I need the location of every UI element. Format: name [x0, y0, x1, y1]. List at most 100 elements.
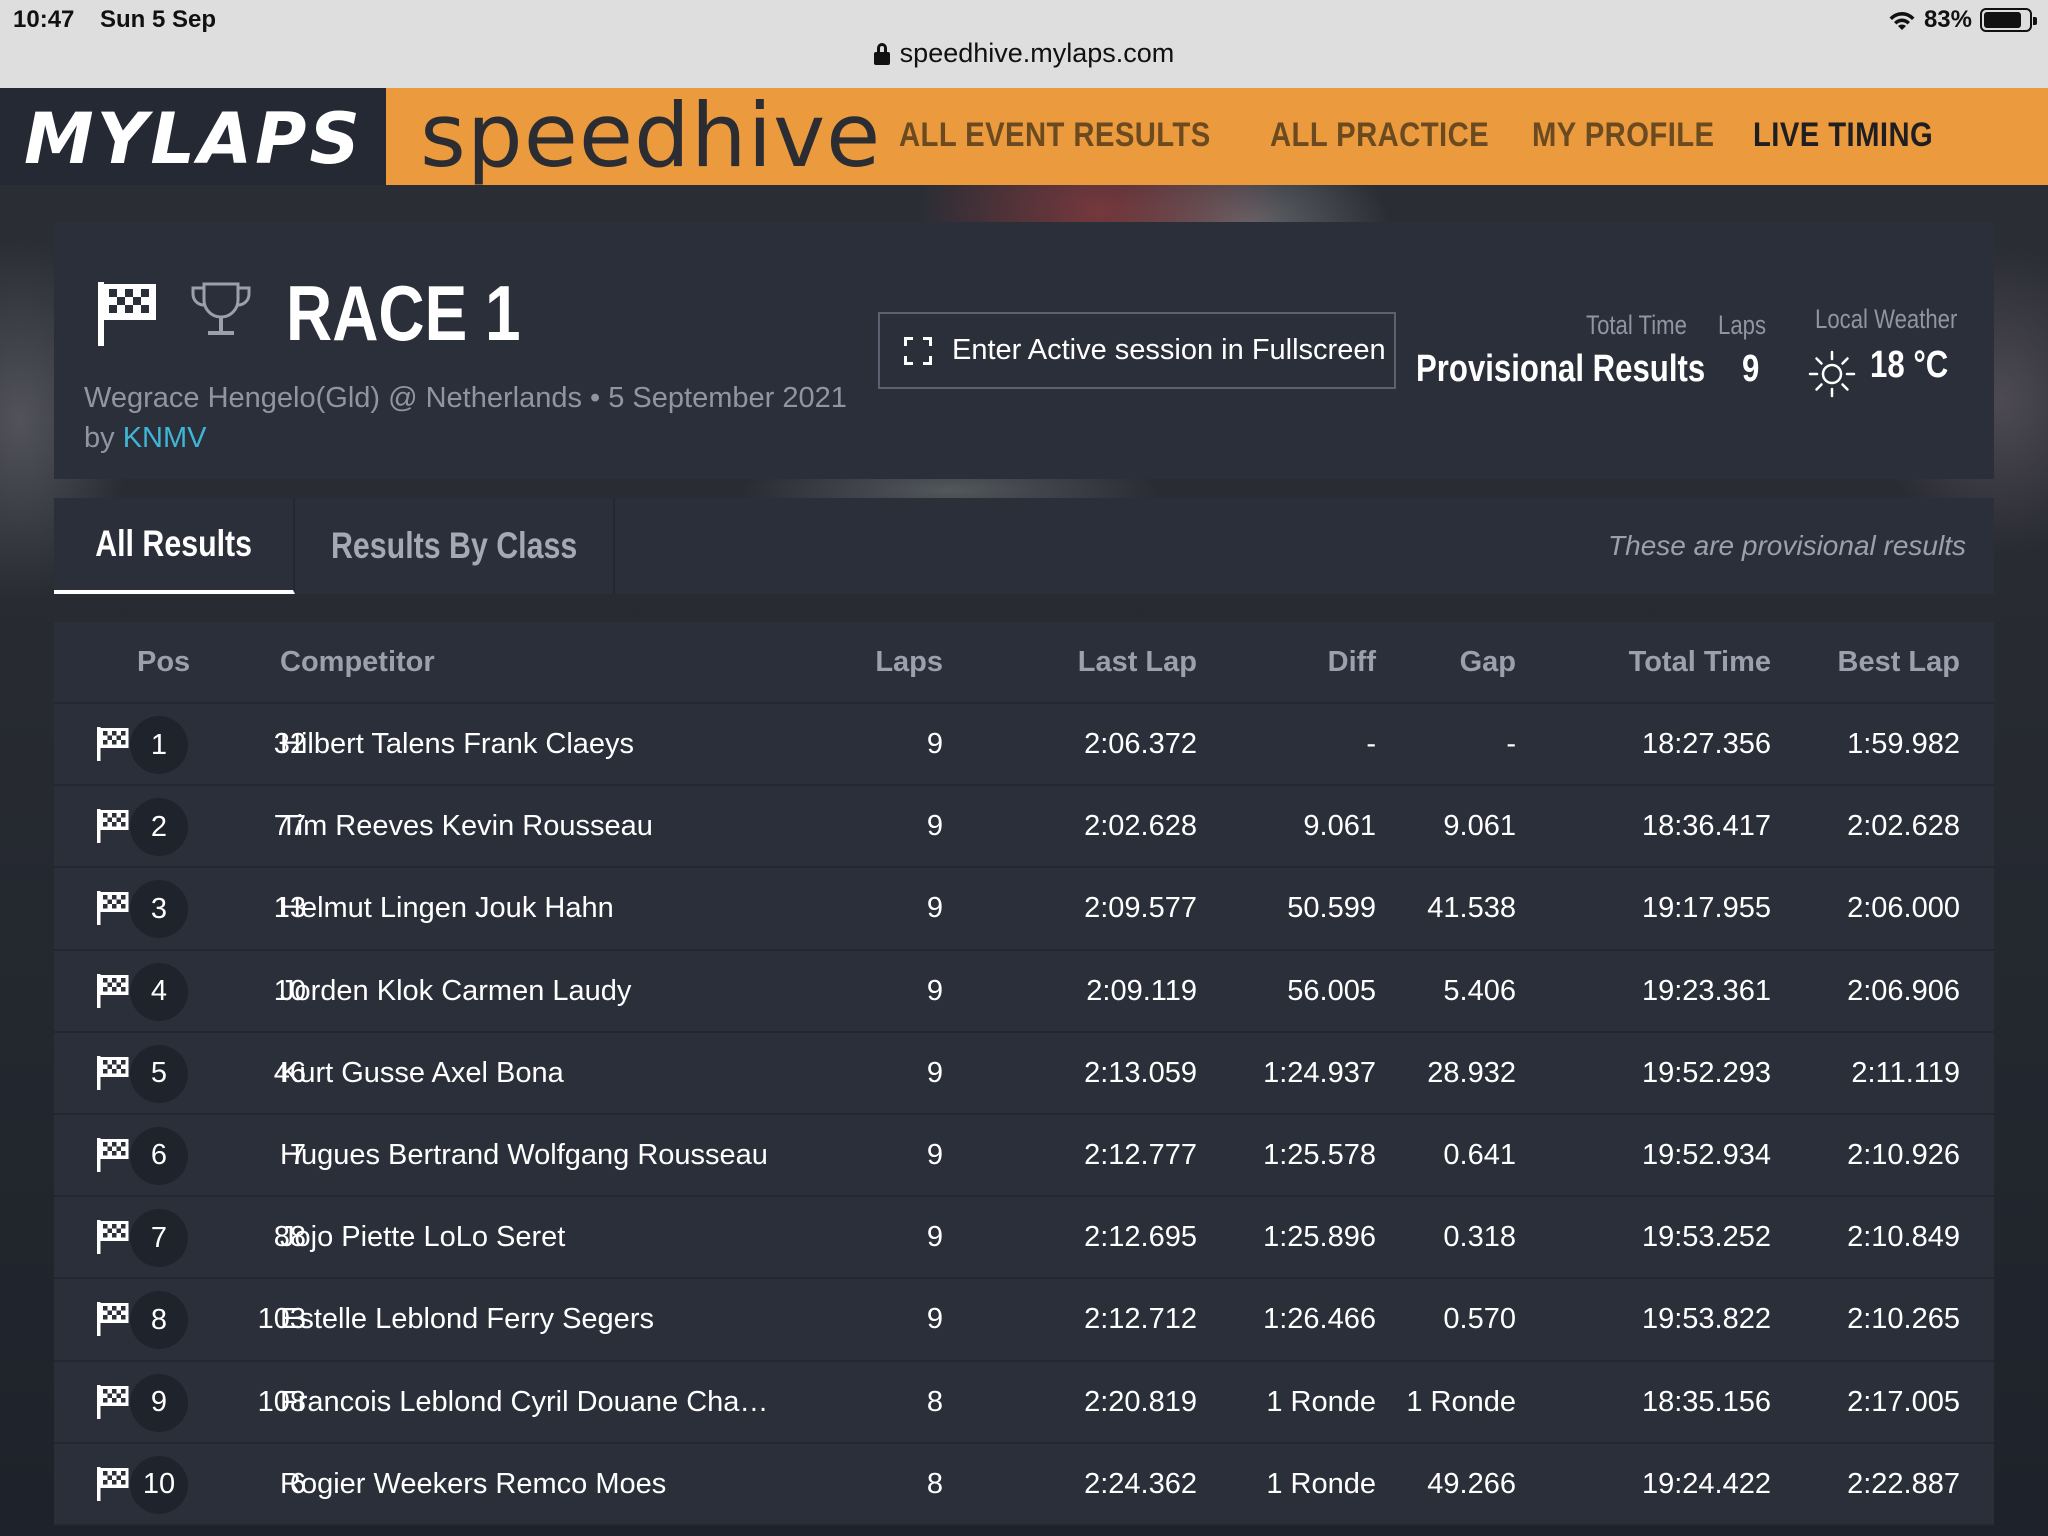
laps-cell: 8: [926, 1385, 943, 1418]
mylaps-logo[interactable]: MYLAPS: [0, 88, 386, 185]
competitor-name[interactable]: Jorden Klok Carmen Laudy: [280, 975, 631, 1008]
best-lap-cell: 1:59.982: [1847, 728, 1960, 760]
total-time-cell: 18:27.356: [1641, 728, 1771, 760]
header-competitor[interactable]: Competitor: [280, 646, 435, 679]
brand-text: MYLAPS: [24, 98, 363, 180]
battery-tip: [2033, 17, 2037, 25]
battery-icon: [1980, 8, 2037, 32]
diff-cell: 56.005: [1287, 974, 1376, 1007]
competitor-name[interactable]: Helmut Lingen Jouk Hahn: [280, 892, 614, 925]
weather-label: Local Weather: [1815, 304, 1958, 334]
nav-my-profile[interactable]: MY PROFILE: [1532, 116, 1714, 155]
last-lap-cell: 2:09.119: [1086, 974, 1197, 1007]
battery-percent: 83%: [1923, 6, 1972, 33]
competitor-name[interactable]: Tim Reeves Kevin Rousseau: [280, 810, 653, 843]
tab-results-by-class-label: Results By Class: [330, 525, 578, 566]
header-diff[interactable]: Diff: [1328, 646, 1376, 679]
competitor-name[interactable]: Kurt Gusse Axel Bona: [280, 1057, 564, 1090]
total-time-value: Provisional Results: [1416, 348, 1706, 390]
diff-cell: 1:24.937: [1263, 1056, 1376, 1089]
checkered-flag-icon: [97, 1302, 129, 1337]
table-row[interactable]: 7 88 Jojo Piette LoLo Seret 9 2:12.695 1…: [54, 1197, 1994, 1280]
header-last-lap[interactable]: Last Lap: [1078, 646, 1197, 679]
last-lap-cell: 2:13.059: [1084, 1056, 1197, 1089]
table-row[interactable]: 2 77 Tim Reeves Kevin Rousseau 9 2:02.62…: [54, 786, 1994, 869]
header-laps[interactable]: Laps: [875, 646, 943, 679]
table-row[interactable]: 5 46 Kurt Gusse Axel Bona 9 2:13.059 1:2…: [54, 1032, 1994, 1115]
gap-cell: 0.318: [1443, 1221, 1516, 1254]
organizer-prefix: by: [84, 422, 115, 454]
battery-fill: [1984, 12, 2021, 28]
competitor-name[interactable]: Jojo Piette LoLo Seret: [280, 1221, 565, 1254]
checkered-flag-icon: [97, 1384, 129, 1419]
table-row[interactable]: 8 103 Estelle Leblond Ferry Segers 9 2:1…: [54, 1279, 1994, 1362]
last-lap-cell: 2:20.819: [1084, 1385, 1197, 1418]
laps-cell: 9: [926, 1303, 943, 1336]
header-total-time[interactable]: Total Time: [1629, 646, 1771, 679]
table-row[interactable]: 6 7 Hugues Bertrand Wolfgang Rousseau 9 …: [54, 1114, 1994, 1198]
top-navigation: MYLAPS speedhive ALL EVENT RESULTS ALL P…: [0, 84, 2048, 187]
wifi-icon: [1888, 10, 1916, 30]
position-badge: 6: [130, 1126, 188, 1185]
last-lap-cell: 2:12.712: [1084, 1303, 1197, 1336]
position-badge: 5: [130, 1044, 188, 1103]
total-time-cell: 19:53.822: [1641, 1303, 1771, 1336]
best-lap-cell: 2:22.887: [1847, 1467, 1960, 1500]
speedhive-logo[interactable]: speedhive: [420, 84, 881, 187]
competitor-name[interactable]: Hugues Bertrand Wolfgang Rousseau: [280, 1139, 768, 1172]
checkered-flag-icon: [97, 1466, 129, 1501]
best-lap-cell: 2:06.906: [1847, 974, 1960, 1007]
gap-cell: -: [1506, 728, 1516, 760]
position-badge: 8: [130, 1291, 188, 1350]
sun-icon: [1808, 350, 1856, 398]
competitor-name[interactable]: Rogier Weekers Remco Moes: [280, 1468, 666, 1501]
organizer-link[interactable]: KNMV: [123, 422, 207, 454]
fullscreen-button[interactable]: Enter Active session in Fullscreen: [878, 312, 1396, 389]
header-best-lap[interactable]: Best Lap: [1838, 646, 1960, 679]
table-row[interactable]: 3 13 Helmut Lingen Jouk Hahn 9 2:09.577 …: [54, 868, 1994, 951]
diff-cell: 1:25.578: [1263, 1138, 1376, 1171]
checkered-flag-icon: [97, 1220, 129, 1255]
header-pos[interactable]: Pos: [137, 646, 190, 679]
table-row[interactable]: 10 6 Rogier Weekers Remco Moes 8 2:24.36…: [54, 1443, 1994, 1526]
address-bar[interactable]: speedhive.mylaps.com: [0, 38, 2048, 69]
laps-label: Laps: [1718, 310, 1767, 340]
nav-all-practice[interactable]: ALL PRACTICE: [1270, 116, 1489, 155]
status-bar: 10:47 Sun 5 Sep 83% speedhive.mylaps.com: [0, 0, 2048, 88]
nav-live-timing[interactable]: LIVE TIMING: [1753, 116, 1933, 155]
gap-cell: 9.061: [1443, 810, 1516, 843]
table-row[interactable]: 9 108 Francois Leblond Cyril Douane Cha……: [54, 1361, 1994, 1444]
best-lap-cell: 2:06.000: [1847, 892, 1960, 925]
total-time-cell: 18:35.156: [1641, 1385, 1771, 1418]
nav-all-event-results[interactable]: ALL EVENT RESULTS: [899, 116, 1211, 155]
competitor-name[interactable]: Hilbert Talens Frank Claeys: [280, 728, 634, 761]
checkered-flag-icon: [97, 891, 129, 926]
best-lap-cell: 2:10.265: [1847, 1303, 1960, 1336]
last-lap-cell: 2:06.372: [1084, 728, 1197, 760]
session-card: RACE 1 Wegrace Hengelo(Gld) @ Netherland…: [54, 222, 1994, 479]
results-tabs: All Results Results By Class These are p…: [54, 498, 1994, 594]
diff-cell: -: [1366, 728, 1376, 760]
trophy-icon: [191, 282, 251, 335]
last-lap-cell: 2:12.695: [1084, 1221, 1197, 1254]
gap-cell: 41.538: [1427, 892, 1516, 925]
table-row[interactable]: 1 32 Hilbert Talens Frank Claeys 9 2:06.…: [54, 704, 1994, 787]
url-text[interactable]: speedhive.mylaps.com: [900, 38, 1175, 69]
checkered-flag-icon: [97, 1055, 129, 1090]
last-lap-cell: 2:09.577: [1084, 892, 1197, 925]
tab-results-by-class[interactable]: Results By Class: [295, 498, 615, 594]
competitor-name[interactable]: Estelle Leblond Ferry Segers: [280, 1303, 654, 1336]
total-time-cell: 19:24.422: [1641, 1467, 1771, 1500]
laps-cell: 9: [926, 892, 943, 925]
position-badge: 7: [130, 1209, 188, 1268]
table-row[interactable]: 4 10 Jorden Klok Carmen Laudy 9 2:09.119…: [54, 950, 1994, 1033]
position-badge: 4: [130, 962, 188, 1021]
header-gap[interactable]: Gap: [1460, 646, 1516, 679]
laps-cell: 9: [926, 1056, 943, 1089]
last-lap-cell: 2:24.362: [1084, 1467, 1197, 1500]
total-time-cell: 19:52.293: [1641, 1056, 1771, 1089]
diff-cell: 50.599: [1287, 892, 1376, 925]
competitor-name[interactable]: Francois Leblond Cyril Douane Cha…: [280, 1386, 768, 1419]
tab-all-results[interactable]: All Results: [54, 498, 295, 594]
last-lap-cell: 2:12.777: [1084, 1138, 1197, 1171]
